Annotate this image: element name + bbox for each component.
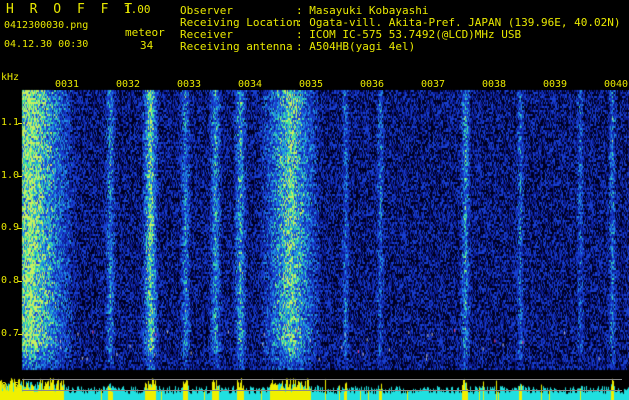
receiver-label: Receiver: [180, 28, 233, 41]
y-tick-mark: [18, 122, 22, 124]
reference-line: [22, 378, 622, 380]
y-tick-mark: [18, 386, 22, 388]
reference-line: [22, 390, 622, 392]
y-tick-mark: [18, 228, 22, 230]
time-tick-label: 0033: [176, 79, 203, 90]
filename-label: 0412300030.png: [4, 20, 89, 31]
y-tick-label: 0.9: [1, 222, 20, 234]
time-tick-label: 0039: [542, 79, 569, 90]
y-tick-mark: [18, 334, 22, 336]
receiver-value: : ICOM IC-575 53.7492(@LCD)MHz USB: [296, 28, 522, 41]
y-tick-mark: [18, 281, 22, 283]
time-tick-label: 0034: [237, 79, 264, 90]
y-tick-label: 0.7: [1, 328, 20, 340]
observer-label: Observer: [180, 4, 233, 17]
time-tick-label: 0040: [603, 79, 629, 90]
time-tick-label: 0031: [54, 79, 81, 90]
location-value: : Ogata-vill. Akita-Pref. JAPAN (139.96E…: [296, 16, 621, 29]
observer-value: : Masayuki Kobayashi: [296, 4, 429, 17]
y-tick-label: 1.1: [1, 116, 20, 128]
location-label: Receiving Location: [180, 16, 300, 29]
app-title: H R O F F T: [6, 2, 137, 17]
meteor-label: meteor: [125, 26, 165, 39]
timestamp-label: 04.12.30 00:30: [4, 39, 89, 50]
y-tick-mark: [18, 175, 22, 177]
hrofft-window: H R O F F T 1.00 0412300030.png 04.12.30…: [0, 0, 629, 400]
time-tick-label: 0032: [115, 79, 142, 90]
version-label: 1.00: [124, 3, 151, 16]
y-tick-label: 0.6: [1, 380, 20, 392]
meteor-count: 34: [140, 39, 154, 52]
antenna-value: : A504HB(yagi 4el): [296, 40, 416, 53]
y-tick-label: 1.0: [1, 169, 20, 181]
time-tick-label: 0038: [481, 79, 508, 90]
time-tick-label: 0036: [359, 79, 386, 90]
y-tick-label: 0.8: [1, 275, 20, 287]
time-tick-label: 0035: [298, 79, 325, 90]
antenna-label: Receiving antenna: [180, 40, 293, 53]
y-unit-label: kHz: [1, 72, 20, 83]
spectrogram-canvas: [0, 78, 629, 400]
time-tick-label: 0037: [420, 79, 447, 90]
